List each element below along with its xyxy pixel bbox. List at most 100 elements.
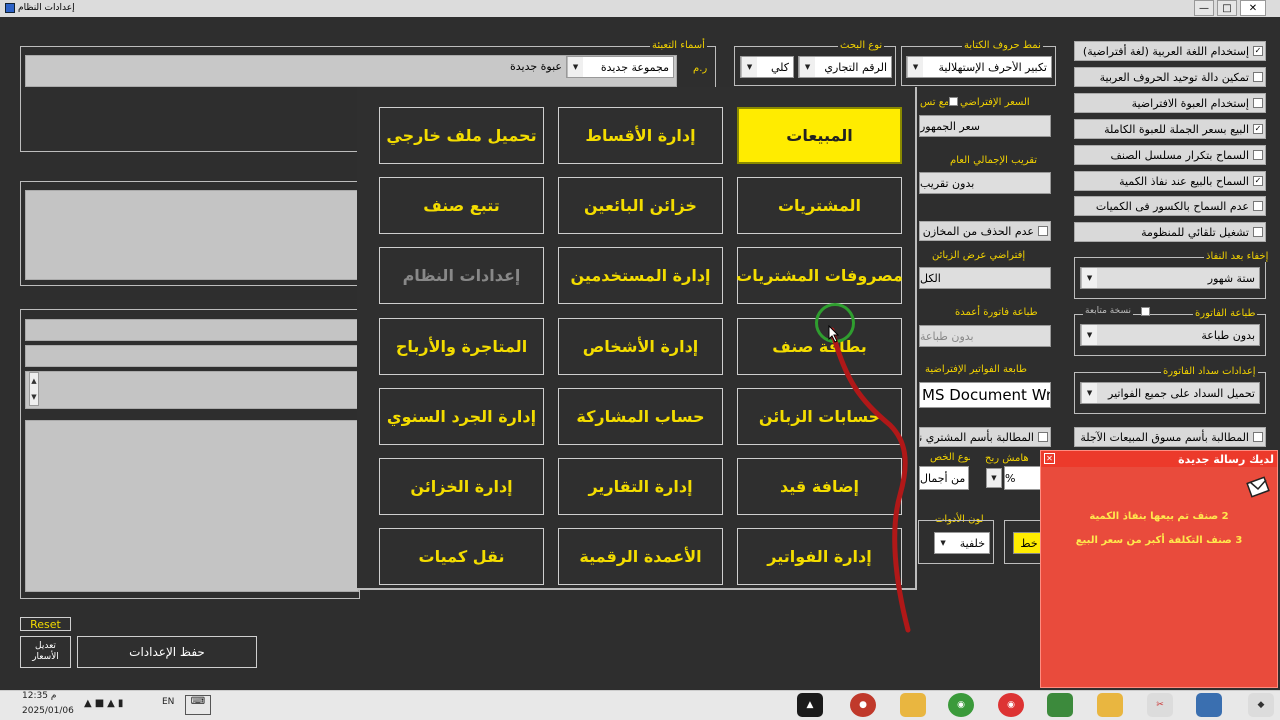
checkbox-box[interactable] [1253, 201, 1263, 211]
option-checkbox-1[interactable]: إستخدام اللغة العربية (لغة أفتراضية) ✓ [1074, 41, 1266, 61]
option-checkbox-4[interactable]: البيع بسعر الجملة للعبوة الكاملة ✓ [1074, 119, 1266, 139]
chevron-down-icon[interactable]: ▼ [799, 57, 815, 77]
checkbox-box[interactable] [1253, 432, 1263, 442]
record-icon[interactable]: ● [850, 693, 876, 717]
follow-copy-label: نسخة متابعة [1083, 306, 1133, 316]
chevron-down-icon[interactable]: ▼ [1081, 268, 1097, 288]
packing-names-label: أسماء التعبئة [650, 40, 707, 51]
invoice-print-combo[interactable]: بدون طباعة ▼ [1080, 324, 1260, 346]
option-checkbox-2[interactable]: تمكين دالة توحيد الحروف العربية [1074, 67, 1266, 87]
left-spinner-area[interactable] [25, 371, 359, 409]
letters-style-value: تكبير الأحرف الإستهلالية [938, 60, 1047, 74]
notification-message-2[interactable]: 3 صنف التكلفة أكبر من سعر البيع [1041, 535, 1277, 546]
tray-icons[interactable]: ▲■▲▮ [84, 698, 126, 709]
menu-button-14[interactable]: حساب المشاركة [558, 388, 723, 445]
menu-button-11[interactable]: إدارة الأشخاص [558, 318, 723, 375]
follow-copy-checkbox[interactable] [1141, 307, 1150, 316]
checkbox-box[interactable] [1253, 150, 1263, 160]
columns-print-field[interactable]: بدون طباعة [919, 325, 1051, 347]
menu-button-6[interactable]: تتبع صنف [379, 177, 544, 234]
option-label: إستخدام العبوة الافتراضية [1131, 96, 1249, 110]
invoice-payment-label: إعدادات سداد الفاتورة [1161, 366, 1258, 377]
with-tax-checkbox[interactable] [949, 97, 958, 106]
marketer-claim-label: المطالبة بأسم مسوق المبيعات الآجلة [1080, 430, 1249, 444]
menu-button-4[interactable]: المشتريات [737, 177, 902, 234]
menu-button-15[interactable]: إدارة الجرد السنوي [379, 388, 544, 445]
edit-prices-button[interactable]: تعديل الأسعار [20, 636, 71, 668]
menu-button-17[interactable]: إدارة التقارير [558, 458, 723, 515]
chevron-down-icon[interactable]: ▼ [1081, 325, 1097, 345]
save-settings-button[interactable]: حفظ الإعدادات [77, 636, 257, 668]
option-checkbox-3[interactable]: إستخدام العبوة الافتراضية [1074, 93, 1266, 113]
hide-expiry-combo[interactable]: ستة شهور ▼ [1080, 267, 1260, 289]
app-icon-7[interactable] [1097, 693, 1123, 717]
close-icon[interactable]: ✕ [1044, 453, 1055, 464]
checkbox-box[interactable] [1253, 227, 1263, 237]
margin-field[interactable]: % [1004, 466, 1042, 490]
menu-button-18[interactable]: إدارة الخزائن [379, 458, 544, 515]
tools-color-combo[interactable]: خلفية ▼ [934, 532, 990, 554]
app-icon-10[interactable]: ◆ [1248, 693, 1274, 717]
chevron-down-icon[interactable]: ▼ [741, 57, 757, 77]
marketer-claim-checkbox[interactable]: المطالبة بأسم مسوق المبيعات الآجلة [1074, 427, 1266, 447]
search-field-combo[interactable]: الرقم التجاري ▼ [798, 56, 892, 78]
with-tax-label: مع تس [920, 97, 948, 108]
menu-button-21[interactable]: نقل كميات [379, 528, 544, 585]
checkmark-icon[interactable]: ✓ [1253, 124, 1263, 134]
scissors-icon[interactable]: ✂ [1147, 693, 1173, 717]
invoice-payment-combo[interactable]: تحميل السداد على جميع الفواتير ▼ [1080, 382, 1260, 404]
total-rounding-field[interactable]: بدون تقريب [919, 172, 1051, 194]
checkmark-icon[interactable]: ✓ [1253, 46, 1263, 56]
reset-button[interactable]: Reset [20, 617, 71, 631]
pack-name-value[interactable]: عبوة جديدة [420, 60, 562, 73]
touch-keyboard-icon[interactable]: ⌨ [185, 695, 211, 715]
menu-button-5[interactable]: خزائن البائعين [558, 177, 723, 234]
menu-button-2[interactable]: إدارة الأقساط [558, 107, 723, 164]
chevron-down-icon[interactable]: ▼ [567, 57, 583, 77]
search-mode-combo[interactable]: كلي ▼ [740, 56, 794, 78]
app-icon [5, 3, 15, 13]
buyer-claim-checkbox[interactable]: المطالبة بأسم المشتري نقد [919, 427, 1051, 447]
minimize-button[interactable]: — [1194, 0, 1214, 16]
letters-style-combo[interactable]: تكبير الأحرف الإستهلالية ▼ [906, 56, 1052, 78]
option-checkbox-8[interactable]: تشغيل تلقائي للمنظومة [1074, 222, 1266, 242]
menu-button-8[interactable]: إدارة المستخدمين [558, 247, 723, 304]
chevron-down-icon[interactable]: ▼ [986, 468, 1002, 488]
app-icon-1[interactable]: ▲ [797, 693, 823, 717]
menu-button-9[interactable]: إعدادات النظام [379, 247, 544, 304]
chevron-down-icon[interactable]: ▼ [907, 57, 923, 77]
invoice-print-value: بدون طباعة [1201, 328, 1255, 342]
notification-message-1[interactable]: 2 صنف تم بيعها بنفاذ الكمية [1041, 511, 1277, 522]
checkbox-box[interactable] [1038, 432, 1048, 442]
menu-button-3[interactable]: تحميل ملف خارجي [379, 107, 544, 164]
no-delete-stores-checkbox[interactable]: عدم الحذف من المخازن [919, 221, 1051, 241]
discount-type-field[interactable]: من أجمال [919, 466, 969, 490]
option-checkbox-7[interactable]: عدم السماح بالكسور فى الكميات [1074, 196, 1266, 216]
app-icon-6[interactable] [1047, 693, 1073, 717]
option-checkbox-6[interactable]: السماح بالبيع عند نفاذ الكمية ✓ [1074, 171, 1266, 191]
close-button[interactable]: ✕ [1240, 0, 1266, 16]
spinner-arrows-icon[interactable]: ▲ ▼ [29, 372, 39, 406]
checkmark-icon[interactable]: ✓ [1253, 176, 1263, 186]
menu-button-7[interactable]: مصروفات المشتريات [736, 247, 903, 304]
app-icon-9[interactable] [1196, 693, 1222, 717]
checkbox-box[interactable] [1253, 72, 1263, 82]
checkbox-box[interactable] [1253, 98, 1263, 108]
menu-button-12[interactable]: المتاجرة والأرباح [379, 318, 544, 375]
default-price-field[interactable]: سعر الجمهور [919, 115, 1051, 137]
chrome-profile-icon[interactable]: ◉ [998, 693, 1024, 717]
folder-icon[interactable] [900, 693, 926, 717]
chrome-icon[interactable]: ◉ [948, 693, 974, 717]
message-count: 3 [1235, 535, 1243, 546]
customers-view-field[interactable]: الكل [919, 267, 1051, 289]
checkbox-box[interactable] [1038, 226, 1048, 236]
group-name-combo[interactable]: مجموعة جديدة ▼ [566, 56, 674, 78]
menu-button-1[interactable]: المبيعات [737, 107, 902, 164]
chevron-down-icon[interactable]: ▼ [935, 533, 951, 553]
invoice-printer-field[interactable]: MS Document Writer [919, 382, 1051, 408]
language-indicator[interactable]: EN [162, 697, 174, 707]
maximize-button[interactable]: □ [1217, 0, 1237, 16]
option-checkbox-5[interactable]: السماح بتكرار مسلسل الصنف [1074, 145, 1266, 165]
chevron-down-icon[interactable]: ▼ [1081, 383, 1097, 403]
menu-button-20[interactable]: الأعمدة الرقمية [558, 528, 723, 585]
